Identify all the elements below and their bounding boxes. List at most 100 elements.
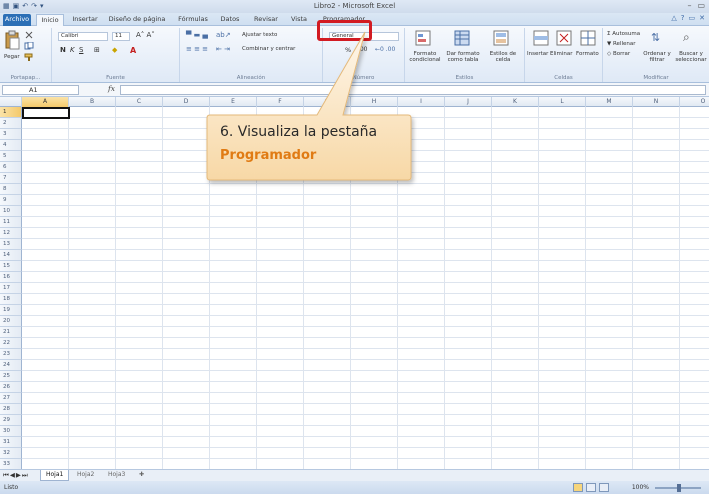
tab-revisar[interactable]: Revisar	[249, 14, 283, 26]
row-header[interactable]: 18	[0, 294, 22, 305]
column-header[interactable]: I	[398, 97, 445, 107]
maximize-button[interactable]: ▭	[697, 1, 705, 10]
row-header[interactable]: 2	[0, 118, 22, 129]
row-header[interactable]: 8	[0, 184, 22, 195]
row-header[interactable]: 31	[0, 437, 22, 448]
page-layout-view-icon[interactable]	[586, 483, 596, 492]
merge-center-button[interactable]: Combinar y centrar	[242, 46, 295, 52]
format-as-table-button[interactable]: Dar formato como tabla	[445, 51, 481, 63]
insert-function-button[interactable]: fx	[108, 84, 115, 93]
delete-cells-icon[interactable]	[556, 30, 572, 46]
font-size-select[interactable]: 11	[112, 32, 130, 41]
row-header[interactable]: 17	[0, 283, 22, 294]
decimal-icon[interactable]: ←0 .00	[375, 46, 395, 53]
row-header[interactable]: 24	[0, 360, 22, 371]
row-header[interactable]: 23	[0, 349, 22, 360]
name-box[interactable]: A1	[2, 85, 79, 95]
minimize-ribbon-icon[interactable]: △	[671, 14, 676, 22]
column-header[interactable]: A	[22, 97, 69, 107]
row-header[interactable]: 7	[0, 173, 22, 184]
tab-insertar[interactable]: Insertar	[68, 14, 102, 26]
close-icon[interactable]: ✕	[699, 14, 705, 22]
row-header[interactable]: 1	[0, 107, 22, 118]
format-cells-icon[interactable]	[580, 30, 596, 46]
restore-icon[interactable]: ▭	[689, 14, 696, 22]
sheet-tab-hoja1[interactable]: Hoja1	[40, 470, 70, 481]
paste-label[interactable]: Pegar	[4, 54, 20, 60]
tab-datos[interactable]: Datos	[215, 14, 245, 26]
page-break-view-icon[interactable]	[599, 483, 609, 492]
column-header[interactable]: E	[210, 97, 257, 107]
tab-archivo[interactable]: Archivo	[3, 14, 31, 26]
select-all-corner[interactable]	[0, 97, 22, 107]
wrap-text-button[interactable]: Ajustar texto	[242, 32, 277, 38]
borders-icon[interactable]: ⊞	[94, 46, 100, 54]
conditional-format-icon[interactable]	[415, 30, 431, 46]
find-icon[interactable]: ⌕	[683, 30, 690, 45]
column-header[interactable]: B	[69, 97, 116, 107]
bold-icon[interactable]: N	[60, 46, 66, 54]
column-header[interactable]: J	[445, 97, 492, 107]
row-header[interactable]: 6	[0, 162, 22, 173]
row-header[interactable]: 5	[0, 151, 22, 162]
find-select-button[interactable]: Buscar y seleccionar	[675, 51, 707, 63]
underline-icon[interactable]: S	[79, 46, 83, 54]
row-header[interactable]: 22	[0, 338, 22, 349]
tab-inicio[interactable]: Inicio	[36, 14, 64, 26]
normal-view-icon[interactable]	[573, 483, 583, 492]
insert-cells-button[interactable]: Insertar	[527, 51, 548, 57]
tab-diseno-pagina[interactable]: Diseño de página	[104, 14, 170, 26]
copy-icon[interactable]	[24, 42, 34, 50]
tab-vista[interactable]: Vista	[287, 14, 311, 26]
sheet-tab-hoja2[interactable]: Hoja2	[72, 470, 99, 481]
row-header[interactable]: 12	[0, 228, 22, 239]
row-header[interactable]: 26	[0, 382, 22, 393]
row-header[interactable]: 25	[0, 371, 22, 382]
row-header[interactable]: 15	[0, 261, 22, 272]
sheet-tab-hoja3[interactable]: Hoja3	[103, 470, 130, 481]
paste-icon[interactable]	[4, 30, 20, 50]
column-header[interactable]: N	[633, 97, 680, 107]
font-color-icon[interactable]: A	[130, 46, 136, 55]
fill-color-icon[interactable]: ◆	[112, 46, 117, 54]
column-header[interactable]: M	[586, 97, 633, 107]
italic-icon[interactable]: K	[70, 46, 75, 54]
row-header[interactable]: 16	[0, 272, 22, 283]
format-painter-icon[interactable]	[24, 53, 34, 61]
row-header[interactable]: 3	[0, 129, 22, 140]
row-header[interactable]: 21	[0, 327, 22, 338]
format-as-table-icon[interactable]	[454, 30, 470, 46]
row-header[interactable]: 9	[0, 195, 22, 206]
sort-filter-button[interactable]: Ordenar y filtrar	[643, 51, 671, 63]
clear-button[interactable]: ◇ Borrar	[607, 51, 630, 57]
autosum-button[interactable]: Σ Autosuma	[607, 31, 640, 37]
fill-button[interactable]: ▼ Rellenar	[607, 41, 636, 47]
row-header[interactable]: 32	[0, 448, 22, 459]
tab-formulas[interactable]: Fórmulas	[174, 14, 212, 26]
row-header[interactable]: 19	[0, 305, 22, 316]
formula-input[interactable]	[120, 85, 706, 95]
align-left-icon[interactable]: ≡ ≡ ≡	[186, 45, 208, 53]
sort-filter-icon[interactable]: ⇅	[651, 31, 660, 44]
column-header[interactable]: L	[539, 97, 586, 107]
row-header[interactable]: 28	[0, 404, 22, 415]
row-header[interactable]: 20	[0, 316, 22, 327]
cut-icon[interactable]	[24, 31, 34, 39]
minimize-button[interactable]: –	[687, 1, 691, 10]
zoom-slider-thumb[interactable]	[677, 484, 681, 492]
format-cells-button[interactable]: Formato	[576, 51, 599, 57]
row-header[interactable]: 13	[0, 239, 22, 250]
conditional-format-button[interactable]: Formato condicional	[407, 51, 443, 63]
row-header[interactable]: 14	[0, 250, 22, 261]
indent-icon[interactable]: ⇤ ⇥	[216, 45, 230, 53]
insert-cells-icon[interactable]	[533, 30, 549, 46]
sheet-nav-arrows-icon[interactable]: ⏮◀▶⏭	[3, 471, 29, 480]
row-header[interactable]: 33	[0, 459, 22, 469]
active-cell-a1[interactable]	[22, 107, 70, 119]
row-header[interactable]: 30	[0, 426, 22, 437]
column-header[interactable]: H	[351, 97, 398, 107]
align-top-icon[interactable]: ▀ ▬ ▄	[186, 31, 208, 39]
row-header[interactable]: 29	[0, 415, 22, 426]
cell-styles-icon[interactable]	[493, 30, 509, 46]
row-header[interactable]: 11	[0, 217, 22, 228]
